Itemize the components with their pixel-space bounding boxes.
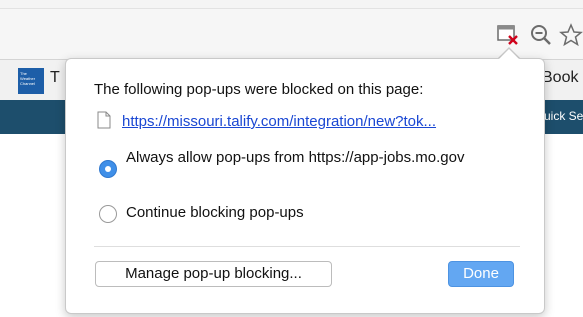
nav-item-partial[interactable]: uick Se	[544, 109, 583, 123]
manage-popup-blocking-button[interactable]: Manage pop-up blocking...	[95, 261, 332, 287]
always-allow-label[interactable]: Always allow pop-ups from https://app-jo…	[126, 148, 466, 168]
popup-blocked-icon[interactable]	[496, 23, 520, 47]
done-button[interactable]: Done	[448, 261, 514, 287]
popup-title: The following pop-ups were blocked on th…	[94, 81, 424, 98]
logo-line: Channel	[20, 81, 35, 86]
bookmark-star-icon[interactable]	[559, 23, 583, 47]
bookmark-item-partial[interactable]: T	[50, 69, 60, 87]
weather-channel-logo[interactable]: The Weather Channel	[18, 68, 44, 94]
zoom-out-icon[interactable]	[529, 23, 553, 47]
popup-blocked-dialog: The following pop-ups were blocked on th…	[65, 58, 545, 314]
divider	[94, 246, 520, 247]
radio-always-allow[interactable]	[99, 160, 117, 178]
continue-blocking-label[interactable]: Continue blocking pop-ups	[126, 203, 304, 223]
document-icon	[97, 111, 111, 129]
window-top-strip	[0, 0, 583, 9]
popup-caret-inner	[498, 49, 520, 60]
radio-continue-blocking[interactable]	[99, 205, 117, 223]
blocked-popup-link[interactable]: https://missouri.talify.com/integration/…	[122, 113, 436, 130]
bookmark-item-right[interactable]: Book	[542, 69, 578, 87]
